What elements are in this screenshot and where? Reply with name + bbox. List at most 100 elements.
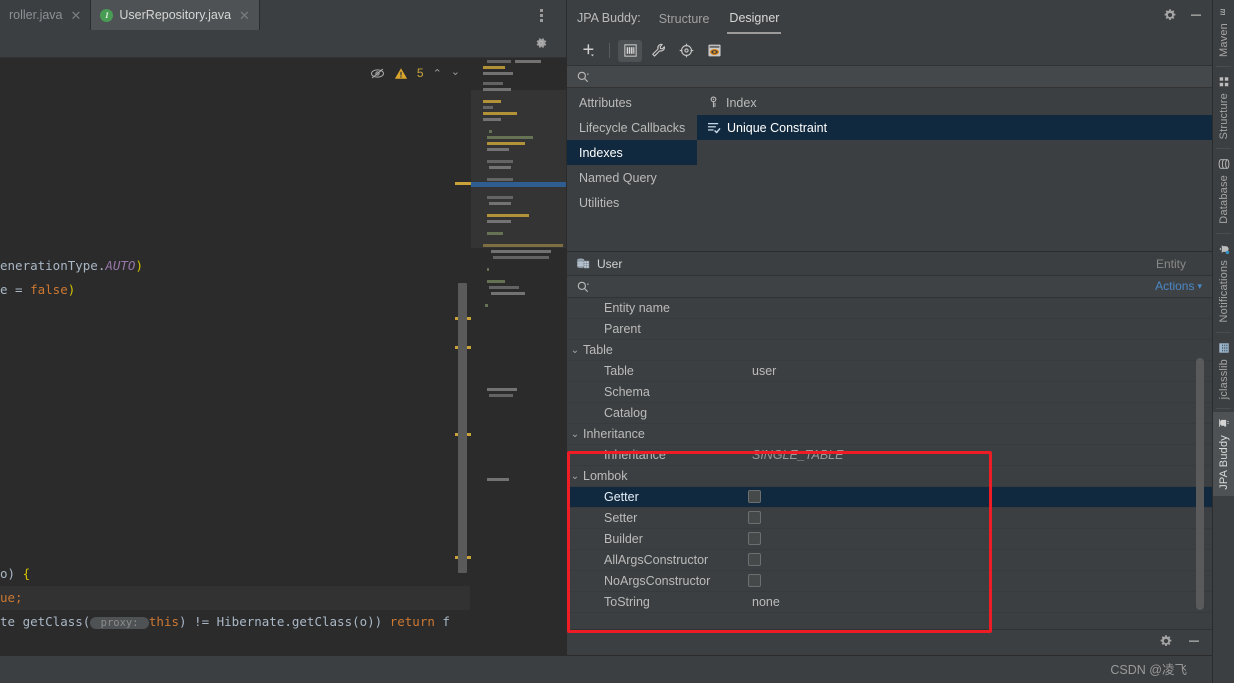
chevron-down-icon: ▾	[1197, 280, 1202, 291]
designer-category-indexes[interactable]: Indexes	[567, 140, 697, 165]
rail-item-notifications[interactable]: Notifications	[1213, 237, 1234, 329]
designer-item-label: Unique Constraint	[727, 120, 828, 135]
designer-search-bar[interactable]	[567, 66, 1212, 88]
property-row[interactable]: ⌄ Table	[567, 340, 1212, 361]
property-checkbox[interactable]	[748, 511, 761, 524]
designer-item-unique-constraint[interactable]: Unique Constraint	[697, 115, 1216, 140]
property-row[interactable]: Inheritance SINGLE_TABLE	[567, 445, 1212, 466]
property-checkbox[interactable]	[748, 574, 761, 587]
property-row[interactable]: Parent	[567, 319, 1212, 340]
chevron-down-icon[interactable]: ⌄	[451, 65, 460, 78]
gutter-scroll-thumb[interactable]	[458, 283, 467, 573]
property-value[interactable]: user	[752, 364, 776, 378]
tab-designer[interactable]: Designer	[727, 3, 782, 34]
eye-off-icon[interactable]	[370, 67, 385, 80]
minimap-line	[483, 118, 501, 121]
search-icon[interactable]	[576, 70, 590, 84]
property-value[interactable]: none	[752, 595, 780, 609]
editor-tab-label: UserRepository.java	[119, 8, 232, 22]
minimap-line	[487, 196, 513, 199]
chevron-down-icon[interactable]: ⌄	[567, 345, 583, 356]
gear-icon[interactable]	[1159, 634, 1173, 648]
rail-item-structure[interactable]: Structure	[1213, 70, 1234, 145]
property-row[interactable]: Entity name	[567, 298, 1212, 319]
property-row[interactable]: Schema	[567, 382, 1212, 403]
minimap-line	[487, 388, 517, 391]
designer-item-index[interactable]: Index	[697, 90, 1212, 115]
key-icon	[707, 96, 720, 109]
minimize-icon[interactable]	[1189, 8, 1203, 22]
gear-icon[interactable]	[1163, 8, 1177, 22]
rail-separator	[1216, 408, 1231, 409]
property-row[interactable]: ToString none	[567, 592, 1212, 613]
preview-eye-icon[interactable]	[702, 40, 726, 62]
chevron-up-icon[interactable]: ⌃	[433, 67, 442, 80]
rail-item-jpa-buddy[interactable]: JPA Buddy	[1213, 412, 1234, 496]
minimap-line	[491, 250, 551, 253]
property-checkbox[interactable]	[748, 553, 761, 566]
property-row[interactable]: Builder	[567, 529, 1212, 550]
minimap-line	[487, 280, 505, 283]
minimap-line	[487, 214, 529, 217]
close-icon[interactable]: ✕	[239, 9, 250, 22]
designer-category-list: Attributes Lifecycle Callbacks Indexes Name…	[567, 88, 697, 251]
warning-count: 5	[416, 66, 424, 80]
property-scrollbar[interactable]	[1196, 298, 1208, 631]
rail-item-jclasslib[interactable]: jclasslib	[1213, 336, 1234, 405]
property-checkbox[interactable]	[748, 490, 761, 503]
entity-property-table[interactable]: Entity name Parent ⌄ Table Table user Schema Ca…	[567, 298, 1212, 631]
minimize-icon[interactable]	[1187, 634, 1201, 648]
code-minimap[interactable]	[471, 58, 566, 655]
scrollbar-thumb[interactable]	[1196, 358, 1204, 610]
property-row[interactable]: Getter	[567, 487, 1212, 508]
search-icon[interactable]	[576, 280, 590, 294]
columns-icon[interactable]	[618, 39, 642, 62]
minimap-line	[483, 100, 501, 103]
code-line: te getClass( proxy: this) != Hibernate.g…	[0, 614, 450, 629]
rail-item-database[interactable]: Database	[1213, 152, 1234, 230]
target-icon[interactable]	[674, 40, 698, 62]
editor-tab-0[interactable]: roller.java ✕	[0, 0, 92, 30]
chevron-down-icon[interactable]: ⌄	[567, 429, 583, 440]
inspection-widget: 5 ⌃ ⌄	[370, 62, 460, 84]
property-name: AllArgsConstructor	[604, 553, 709, 567]
code-line: o) {	[0, 566, 31, 581]
rail-item-maven[interactable]: Maven m	[1213, 0, 1234, 63]
more-vertical-icon[interactable]	[530, 0, 552, 30]
actions-dropdown[interactable]: Actions ▾	[1155, 279, 1202, 293]
minimap-line	[487, 60, 511, 63]
designer-category-utilities[interactable]: Utilities	[567, 190, 697, 215]
code-line: ue;	[0, 590, 23, 605]
warning-triangle-icon	[394, 67, 408, 80]
designer-category-attributes[interactable]: Attributes	[567, 90, 697, 115]
property-row[interactable]: ⌄ Inheritance	[567, 424, 1212, 445]
property-row[interactable]: AllArgsConstructor	[567, 550, 1212, 571]
property-row[interactable]: Table user	[567, 361, 1212, 382]
property-row[interactable]: Setter	[567, 508, 1212, 529]
entity-search-bar[interactable]: Actions ▾	[567, 276, 1212, 298]
gear-icon[interactable]	[534, 36, 548, 50]
entity-name: User	[597, 256, 623, 271]
designer-item-label: Index	[726, 95, 757, 110]
editor-tab-label: roller.java	[9, 8, 63, 22]
editor-tab-1[interactable]: I UserRepository.java ✕	[91, 0, 260, 30]
property-checkbox[interactable]	[748, 532, 761, 545]
add-icon[interactable]	[577, 40, 601, 62]
close-icon[interactable]: ✕	[71, 9, 82, 22]
property-row[interactable]: Catalog	[567, 403, 1212, 424]
property-row[interactable]: NoArgsConstructor	[567, 571, 1212, 592]
chevron-down-icon[interactable]: ⌄	[567, 471, 583, 482]
code-editor[interactable]: 5 ⌃ ⌄ enerationType.AUTO) e = false) o) {u…	[0, 58, 566, 655]
property-value[interactable]: SINGLE_TABLE	[752, 448, 843, 462]
minimap-line	[487, 160, 513, 163]
property-row[interactable]: ⌄ Lombok	[567, 466, 1212, 487]
gutter-warning-mark[interactable]	[455, 182, 471, 185]
designer-category-lifecycle-callbacks[interactable]: Lifecycle Callbacks	[567, 115, 697, 140]
tab-structure[interactable]: Structure	[657, 4, 712, 33]
current-line-highlight	[0, 586, 470, 610]
wrench-icon[interactable]	[646, 40, 670, 62]
toolbar-separator	[609, 43, 610, 58]
designer-category-named-query[interactable]: Named Query	[567, 165, 697, 190]
minimap-line	[485, 304, 488, 307]
editor-gutter-marks[interactable]	[455, 58, 471, 655]
